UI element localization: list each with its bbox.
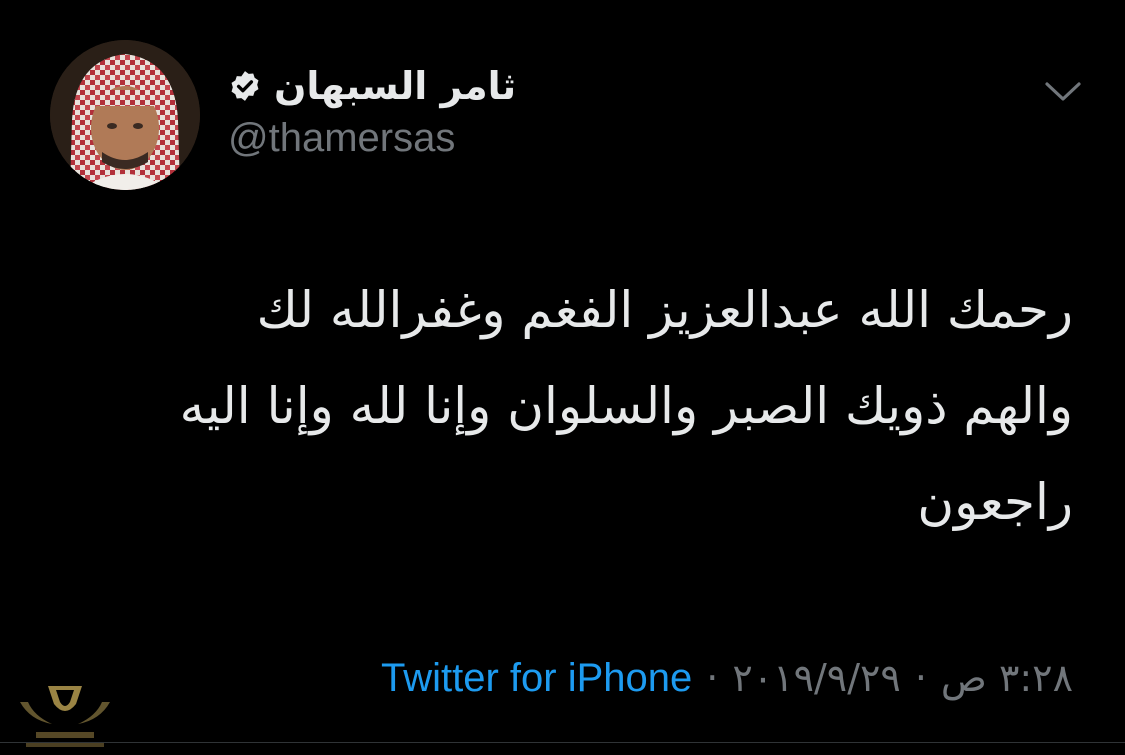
name-row: ثامر السبهان — [228, 58, 748, 114]
divider — [0, 742, 1125, 743]
chevron-down-icon[interactable] — [1044, 80, 1082, 104]
meta-separator: · — [914, 656, 927, 700]
tweet-card: ثامر السبهان @thamersas رحمك الله عبدالع… — [0, 0, 1125, 755]
tweet-text-line: راجعون — [917, 473, 1073, 531]
verified-badge-icon — [231, 71, 259, 101]
avatar[interactable] — [50, 40, 200, 190]
user-handle[interactable]: @thamersas — [228, 116, 748, 161]
tweet-time[interactable]: ٣:٢٨ ص — [941, 656, 1073, 700]
tweet-header: ثامر السبهان @thamersas — [228, 58, 748, 161]
tweet-date[interactable]: ٢٠١٩/٩/٢٩ — [732, 656, 900, 700]
tweet-text-line: رحمك الله عبدالعزيز الفغم وغفرالله لك — [256, 281, 1073, 339]
tweet-source-link[interactable]: Twitter for iPhone — [381, 656, 692, 701]
meta-separator: · — [706, 656, 719, 700]
tweet-meta: ٣:٢٨ ص · ٢٠١٩/٩/٢٩ · Twitter for iPhone — [381, 650, 1073, 706]
avatar-image — [50, 40, 200, 190]
tweet-text-line: والهم ذويك الصبر والسلوان وإنا لله وإنا … — [179, 377, 1073, 435]
display-name[interactable]: ثامر السبهان — [274, 64, 516, 108]
tweet-text: رحمك الله عبدالعزيز الفغم وغفرالله لك وا… — [53, 262, 1073, 550]
